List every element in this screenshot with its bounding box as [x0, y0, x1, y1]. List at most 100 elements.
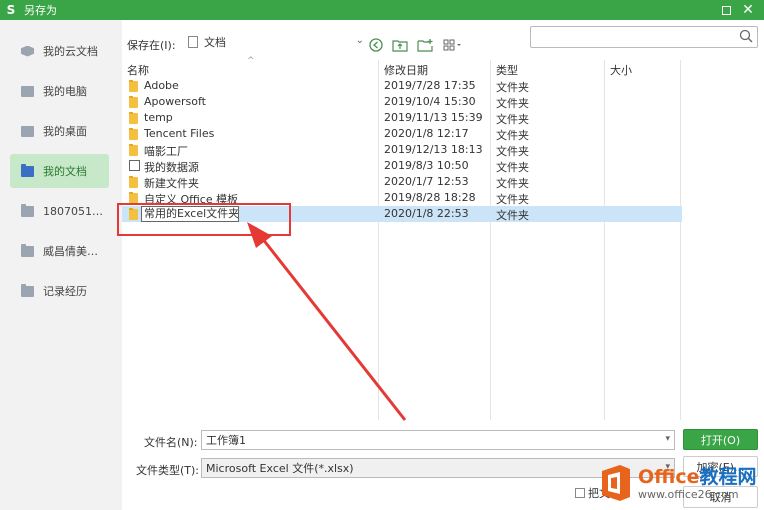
filename-value: 工作簿1	[206, 434, 246, 447]
column-header-type[interactable]: 类型	[496, 62, 518, 78]
sidebar-item-folder-1807[interactable]: 180705131...	[10, 194, 109, 228]
table-row[interactable]: Adobe 2019/7/28 17:35 文件夹	[122, 78, 682, 94]
sidebar-item-cloud-docs[interactable]: 我的云文档	[10, 34, 109, 68]
location-dropdown[interactable]: 文档 ⌄	[184, 32, 364, 52]
wps-logo-icon: S	[6, 3, 16, 17]
save-in-label: 保存在(I):	[127, 39, 176, 52]
table-row[interactable]: Apowersoft 2019/10/4 15:30 文件夹	[122, 94, 682, 110]
file-name: 我的数据源	[144, 161, 199, 174]
table-row[interactable]: 我的数据源 2019/8/3 10:50 文件夹	[122, 158, 682, 174]
watermark-brand: Office教程网	[638, 466, 757, 488]
data-source-folder-icon	[129, 160, 140, 171]
file-type: 文件夹	[496, 177, 529, 190]
file-name: 喵影工厂	[144, 145, 188, 158]
file-type: 文件夹	[496, 193, 529, 206]
file-modified: 2019/8/28 18:28	[384, 191, 476, 204]
file-modified: 2019/7/28 17:35	[384, 79, 476, 92]
sidebar-item-my-desktop[interactable]: 我的桌面	[10, 114, 109, 148]
new-folder-button[interactable]	[417, 38, 433, 52]
annotation-highlight-box	[117, 203, 291, 236]
file-type: 文件夹	[496, 161, 529, 174]
chevron-down-icon[interactable]: ▾	[665, 434, 670, 444]
view-mode-button[interactable]	[442, 38, 466, 52]
sidebar-item-my-computer[interactable]: 我的电脑	[10, 74, 109, 108]
toolbar: 保存在(I): 文档 ⌄	[122, 26, 764, 56]
file-name: Apowersoft	[144, 95, 206, 108]
new-folder-icon	[417, 39, 433, 52]
watermark: Office教程网 www.office26.com	[598, 458, 764, 508]
open-button[interactable]: 打开(O)	[683, 429, 758, 450]
maximize-button[interactable]	[716, 0, 736, 20]
file-name: Tencent Files	[144, 127, 215, 140]
file-type: 文件夹	[496, 113, 529, 126]
filename-field[interactable]: 工作簿1 ▾	[201, 430, 675, 450]
search-input[interactable]	[531, 27, 731, 47]
maximize-icon	[721, 5, 731, 15]
location-text: 文档	[204, 36, 226, 49]
sidebar-item-label: 我的云文档	[43, 45, 98, 58]
sidebar-item-label: 记录经历	[43, 285, 87, 298]
table-row[interactable]: 喵影工厂 2019/12/13 18:13 文件夹	[122, 142, 682, 158]
file-type: 文件夹	[496, 129, 529, 142]
table-row[interactable]: 新建文件夹 2020/1/7 12:53 文件夹	[122, 174, 682, 190]
filetype-label: 文件类型(T):	[136, 464, 200, 477]
folder-icon	[129, 144, 138, 156]
file-name: temp	[144, 111, 173, 124]
computer-icon	[21, 85, 34, 97]
column-header-modified[interactable]: 修改日期	[384, 62, 428, 78]
table-row[interactable]: Tencent Files 2020/1/8 12:17 文件夹	[122, 126, 682, 142]
office-logo-icon	[602, 465, 630, 501]
folder-icon	[129, 112, 138, 124]
folder-icon	[129, 96, 138, 108]
file-type: 文件夹	[496, 81, 529, 94]
file-modified: 2020/1/7 12:53	[384, 175, 469, 188]
filename-label: 文件名(N):	[144, 436, 198, 449]
sort-ascending-icon: ^	[247, 56, 255, 66]
watermark-brand-a: Office	[638, 465, 700, 488]
table-row[interactable]: temp 2019/11/13 15:39 文件夹	[122, 110, 682, 126]
up-folder-button[interactable]	[392, 38, 408, 52]
folder-icon	[129, 128, 138, 140]
filetype-value: Microsoft Excel 文件(*.xlsx)	[206, 462, 354, 475]
file-name: Adobe	[144, 79, 179, 92]
search-box[interactable]	[530, 26, 758, 48]
file-modified: 2020/1/8 12:17	[384, 127, 469, 140]
watermark-brand-b: 教程网	[699, 465, 757, 488]
file-type: 文件夹	[496, 97, 529, 110]
sidebar: 我的云文档 我的电脑 我的桌面 我的文档 180705131... 威昌倩美术.…	[0, 20, 122, 510]
file-list: ^ 名称 修改日期 类型 大小 Adobe 2019/7/28 17:35 文件…	[122, 56, 682, 420]
sidebar-item-folder-art[interactable]: 威昌倩美术...	[10, 234, 109, 268]
sidebar-item-label: 我的电脑	[43, 85, 87, 98]
search-icon[interactable]	[739, 29, 753, 43]
document-icon	[188, 36, 198, 48]
file-type: 文件夹	[496, 145, 529, 158]
file-modified: 2019/11/13 15:39	[384, 111, 483, 124]
grid-view-icon	[443, 39, 461, 51]
file-modified: 2019/8/3 10:50	[384, 159, 469, 172]
folder-icon	[21, 163, 34, 177]
sidebar-item-label: 威昌倩美术...	[43, 245, 107, 258]
desktop-icon	[21, 125, 34, 137]
back-arrow-icon	[369, 38, 383, 52]
folder-icon	[21, 243, 34, 257]
folder-icon	[21, 203, 34, 217]
file-modified: 2019/10/4 15:30	[384, 95, 476, 108]
column-header-name[interactable]: 名称	[127, 62, 149, 78]
sidebar-item-label: 180705131...	[43, 204, 107, 218]
column-header-size[interactable]: 大小	[610, 62, 632, 78]
cloud-icon	[21, 45, 34, 57]
sidebar-item-label: 我的文档	[43, 165, 87, 178]
title-bar: S 另存为 ✕	[0, 0, 764, 20]
file-type: 文件夹	[496, 209, 529, 222]
file-name: 新建文件夹	[144, 177, 199, 190]
sidebar-item-folder-records[interactable]: 记录经历	[10, 274, 109, 308]
sidebar-item-my-documents[interactable]: 我的文档	[10, 154, 109, 188]
folder-icon	[21, 283, 34, 297]
file-modified: 2019/12/13 18:13	[384, 143, 483, 156]
back-button[interactable]	[368, 38, 384, 52]
folder-icon	[129, 176, 138, 188]
close-button[interactable]: ✕	[738, 0, 758, 20]
watermark-url: www.office26.com	[638, 487, 739, 501]
save-option-checkbox[interactable]	[575, 488, 585, 498]
file-modified: 2020/1/8 22:53	[384, 207, 469, 220]
